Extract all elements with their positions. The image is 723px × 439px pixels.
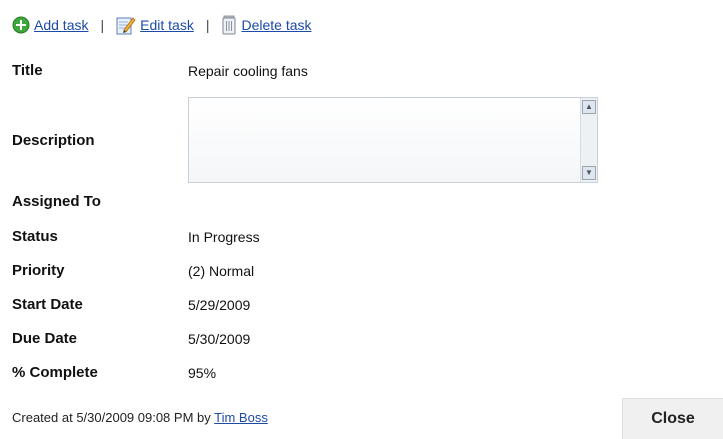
created-info: Created at 5/30/2009 09:08 PM by Tim Bos…: [12, 410, 268, 425]
close-button[interactable]: Close: [622, 398, 723, 439]
delete-task-link[interactable]: Delete task: [221, 15, 312, 35]
field-value-status: In Progress: [188, 228, 260, 245]
field-label-percent-complete: % Complete: [12, 364, 98, 381]
field-row-start-date: Start Date 5/29/2009: [12, 296, 702, 313]
task-detail-panel: Add task | Edit task | Delete task Title…: [0, 0, 723, 439]
description-textarea[interactable]: ▲ ▼: [188, 97, 598, 183]
field-row-title: Title Repair cooling fans: [12, 62, 702, 79]
pencil-edit-icon: [116, 15, 136, 35]
task-footer: Created at 5/30/2009 09:08 PM by Tim Bos…: [0, 398, 723, 439]
scroll-down-arrow-icon[interactable]: ▼: [582, 166, 596, 180]
field-row-priority: Priority (2) Normal: [12, 262, 702, 279]
field-row-due-date: Due Date 5/30/2009: [12, 330, 702, 347]
delete-task-label: Delete task: [241, 17, 312, 33]
field-value-percent-complete: 95%: [188, 364, 217, 381]
add-task-label: Add task: [34, 17, 89, 33]
created-by-link[interactable]: Tim Boss: [214, 410, 268, 425]
created-prefix: Created at 5/30/2009 09:08 PM by: [12, 410, 211, 425]
field-label-assigned-to: Assigned To: [12, 193, 101, 210]
scroll-up-arrow-icon[interactable]: ▲: [582, 100, 596, 114]
toolbar-separator: |: [205, 17, 210, 33]
add-task-link[interactable]: Add task: [12, 16, 88, 34]
field-label-start-date: Start Date: [12, 296, 83, 313]
field-label-status: Status: [12, 228, 58, 245]
edit-task-label: Edit task: [140, 17, 194, 33]
field-label-description: Description: [12, 131, 95, 149]
edit-task-link[interactable]: Edit task: [116, 15, 194, 35]
toolbar-separator: |: [100, 17, 105, 33]
field-row-status: Status In Progress: [12, 228, 702, 245]
field-row-description: Description ▲ ▼: [12, 97, 702, 183]
field-label-priority: Priority: [12, 262, 65, 279]
task-toolbar: Add task | Edit task | Delete task: [0, 8, 723, 42]
field-value-title: Repair cooling fans: [188, 62, 308, 79]
field-value-due-date: 5/30/2009: [188, 330, 251, 347]
field-label-title: Title: [12, 62, 43, 79]
trash-icon: [221, 15, 237, 35]
field-row-percent-complete: % Complete 95%: [12, 364, 702, 381]
field-label-due-date: Due Date: [12, 330, 78, 347]
add-circle-icon: [12, 16, 30, 34]
field-row-assigned-to: Assigned To: [12, 193, 702, 210]
description-scrollbar[interactable]: ▲ ▼: [580, 98, 597, 182]
field-value-start-date: 5/29/2009: [188, 296, 251, 313]
description-text: [193, 102, 577, 178]
field-value-priority: (2) Normal: [188, 262, 255, 279]
